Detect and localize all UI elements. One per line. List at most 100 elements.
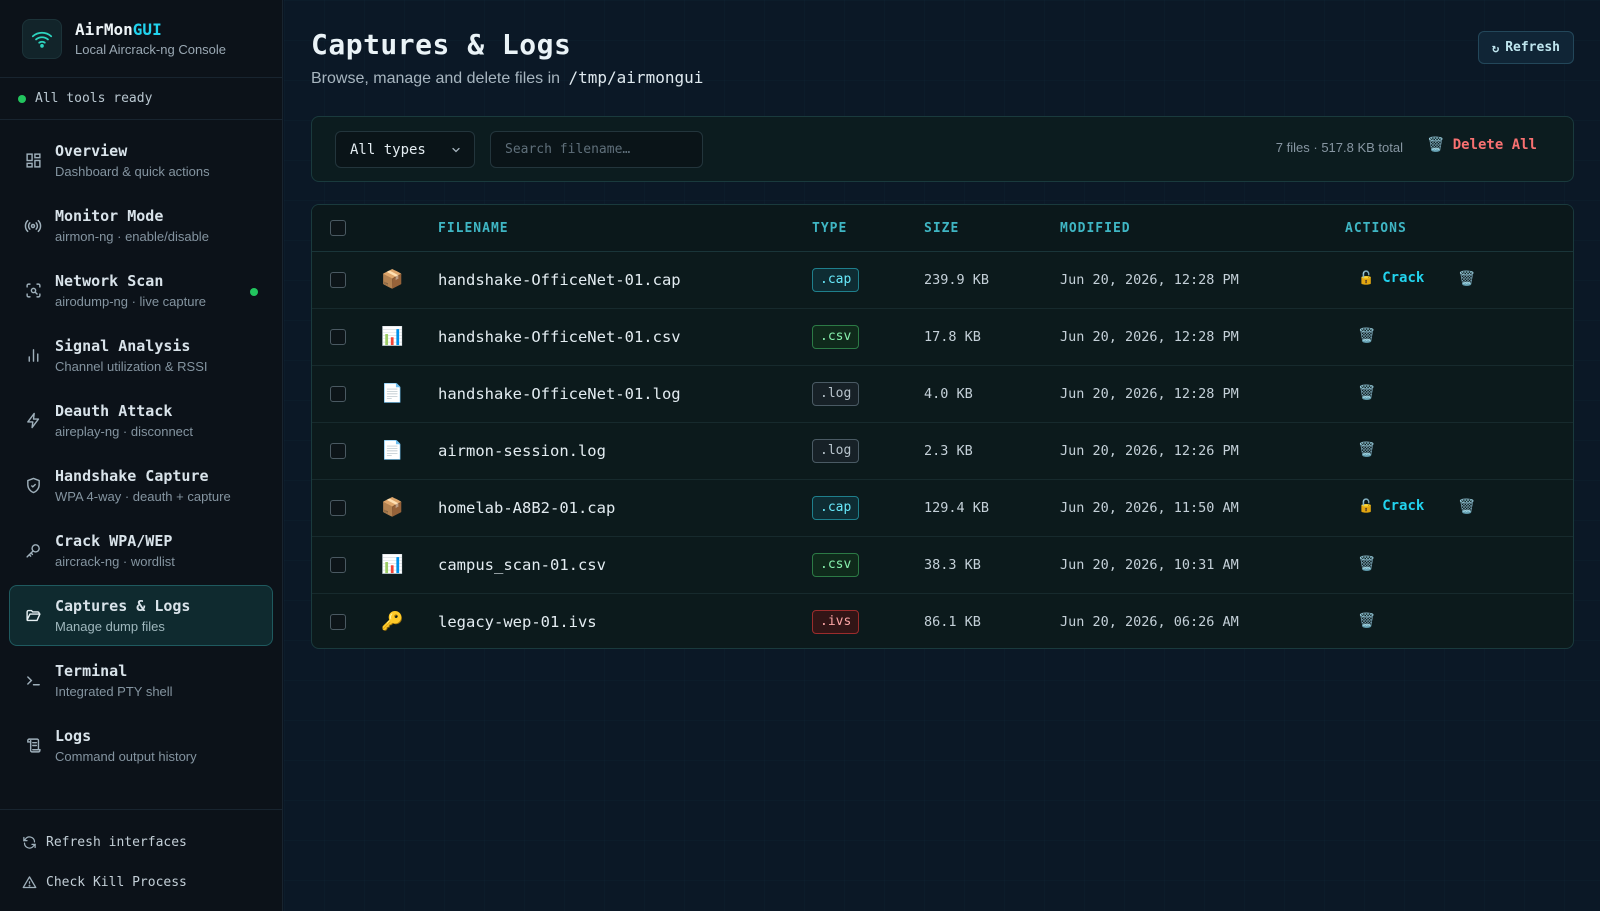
bar-chart-file-icon: 📊 <box>381 554 404 574</box>
delete-file-trash-icon[interactable]: 🗑️ <box>1358 555 1375 572</box>
file-summary: 7 files · 517.8 KB total <box>1276 140 1403 155</box>
column-header-size[interactable]: SIZE <box>924 221 959 236</box>
file-name: legacy-wep-01.ivs <box>438 613 597 631</box>
row-checkbox[interactable] <box>330 386 346 402</box>
type-filter-select[interactable]: All types <box>335 131 475 168</box>
key-icon <box>24 542 42 560</box>
column-header-modified[interactable]: MODIFIED <box>1060 221 1131 236</box>
file-modified: Jun 20, 2026, 12:26 PM <box>1060 443 1239 459</box>
file-type-badge: .log <box>812 382 860 406</box>
bar-chart-icon <box>24 347 42 365</box>
files-toolbar: All types 7 files · 517.8 KB total 🗑️ De… <box>311 116 1574 182</box>
sidebar-nav: Overview Dashboard & quick actions Monito… <box>0 120 282 776</box>
sidebar-item-network-scan[interactable]: Network Scan airodump-ng · live capture <box>9 260 273 321</box>
warning-icon <box>22 875 37 888</box>
brand: AirMonGUI Local Aircrack-ng Console <box>0 0 282 78</box>
delete-file-trash-icon[interactable]: 🗑️ <box>1358 441 1375 458</box>
archive-icon: 📦 <box>381 269 404 289</box>
file-name: homelab-A8B2-01.cap <box>438 499 616 517</box>
file-modified: Jun 20, 2026, 11:50 AM <box>1060 500 1239 516</box>
scan-icon <box>24 282 42 300</box>
folder-open-icon <box>24 607 42 625</box>
trash-icon: 🗑️ <box>1427 137 1445 153</box>
total-size: · 517.8 KB total <box>1313 140 1403 155</box>
sidebar-item-terminal[interactable]: Terminal Integrated PTY shell <box>9 650 273 711</box>
file-size: 129.4 KB <box>924 500 990 516</box>
sidebar-item-handshake-capture[interactable]: Handshake Capture WPA 4-way · deauth + ca… <box>9 455 273 516</box>
row-checkbox[interactable] <box>330 329 346 345</box>
delete-file-trash-icon[interactable]: 🗑️ <box>1458 270 1475 287</box>
file-type-badge: .cap <box>812 496 860 520</box>
file-count: 7 files <box>1275 140 1310 155</box>
table-row[interactable]: 📊 handshake-OfficeNet-01.csv .csv 17.8 K… <box>312 309 1573 366</box>
file-name: campus_scan-01.csv <box>438 556 606 574</box>
search-input[interactable] <box>490 131 703 168</box>
files-table: FILENAME TYPE SIZE MODIFIED ACTIONS 📦 ha… <box>311 204 1574 649</box>
delete-all-button[interactable]: 🗑️ Delete All <box>1427 137 1537 153</box>
main-content: Captures & Logs Browse, manage and delet… <box>284 0 1600 911</box>
file-size: 4.0 KB <box>924 386 973 402</box>
refresh-interfaces-button[interactable]: Refresh interfaces <box>0 822 283 862</box>
lock-icon: 🔓 <box>1358 270 1375 286</box>
table-row[interactable]: 🔑 legacy-wep-01.ivs .ivs 86.1 KB Jun 20,… <box>312 594 1573 648</box>
key-file-icon: 🔑 <box>381 611 404 631</box>
chevron-down-icon <box>452 147 460 152</box>
row-checkbox[interactable] <box>330 614 346 630</box>
sidebar-item-logs[interactable]: Logs Command output history <box>9 715 273 776</box>
table-row[interactable]: 📊 campus_scan-01.csv .csv 38.3 KB Jun 20… <box>312 537 1573 594</box>
document-icon: 📄 <box>381 383 404 403</box>
sidebar-item-signal-analysis[interactable]: Signal Analysis Channel utilization & RSS… <box>9 325 273 386</box>
sidebar-item-overview[interactable]: Overview Dashboard & quick actions <box>9 130 273 191</box>
status-dot <box>18 94 26 103</box>
crack-button[interactable]: 🔓 Crack <box>1358 498 1424 514</box>
delete-file-trash-icon[interactable]: 🗑️ <box>1458 498 1475 515</box>
broadcast-icon <box>24 217 42 235</box>
table-row[interactable]: 📄 airmon-session.log .log 2.3 KB Jun 20,… <box>312 423 1573 480</box>
table-row[interactable]: 📦 handshake-OfficeNet-01.cap .cap 239.9 … <box>312 252 1573 309</box>
file-type-badge: .ivs <box>812 610 860 634</box>
wifi-icon <box>22 18 62 59</box>
row-checkbox[interactable] <box>330 443 346 459</box>
row-checkbox[interactable] <box>330 500 346 516</box>
refresh-button[interactable]: ↻ Refresh <box>1477 31 1574 64</box>
delete-file-trash-icon[interactable]: 🗑️ <box>1358 327 1375 344</box>
grid-icon <box>24 152 42 170</box>
file-name: handshake-OfficeNet-01.cap <box>438 271 681 289</box>
select-all-checkbox[interactable] <box>330 220 346 236</box>
document-icon: 📄 <box>381 440 404 460</box>
scroll-icon <box>24 737 42 755</box>
sidebar-item-crack-wpa-wep[interactable]: Crack WPA/WEP aircrack-ng · wordlist <box>9 520 273 581</box>
app-name: AirMonGUI <box>75 20 162 39</box>
sidebar-footer: Refresh interfaces Check Kill Process <box>0 809 283 911</box>
row-checkbox[interactable] <box>330 272 346 288</box>
file-modified: Jun 20, 2026, 06:26 AM <box>1060 614 1239 630</box>
table-row[interactable]: 📦 homelab-A8B2-01.cap .cap 129.4 KB Jun … <box>312 480 1573 537</box>
refresh-icon <box>23 835 36 849</box>
column-header-filename[interactable]: FILENAME <box>438 221 509 236</box>
file-name: airmon-session.log <box>438 442 606 460</box>
live-indicator-dot <box>250 288 258 296</box>
sidebar-item-deauth-attack[interactable]: Deauth Attack aireplay-ng · disconnect <box>9 390 273 451</box>
sidebar: AirMonGUI Local Aircrack-ng Console All … <box>0 0 283 911</box>
lightning-icon <box>24 412 42 430</box>
file-modified: Jun 20, 2026, 12:28 PM <box>1060 386 1239 402</box>
file-size: 86.1 KB <box>924 614 981 630</box>
file-modified: Jun 20, 2026, 10:31 AM <box>1060 557 1239 573</box>
app-subtitle: Local Aircrack-ng Console <box>75 42 227 57</box>
file-size: 239.9 KB <box>924 272 990 288</box>
check-kill-process-button[interactable]: Check Kill Process <box>0 862 283 902</box>
delete-file-trash-icon[interactable]: 🗑️ <box>1358 384 1375 401</box>
column-header-type[interactable]: TYPE <box>812 221 847 236</box>
file-size: 17.8 KB <box>924 329 981 345</box>
row-checkbox[interactable] <box>330 557 346 573</box>
table-row[interactable]: 📄 handshake-OfficeNet-01.log .log 4.0 KB… <box>312 366 1573 423</box>
file-type-badge: .csv <box>812 553 860 577</box>
crack-button[interactable]: 🔓 Crack <box>1358 270 1424 286</box>
file-size: 38.3 KB <box>924 557 981 573</box>
sidebar-item-captures-logs[interactable]: Captures & Logs Manage dump files <box>9 585 273 646</box>
delete-file-trash-icon[interactable]: 🗑️ <box>1358 612 1375 629</box>
sidebar-item-monitor-mode[interactable]: Monitor Mode airmon-ng · enable/disable <box>9 195 273 256</box>
file-size: 2.3 KB <box>924 443 973 459</box>
archive-icon: 📦 <box>381 497 404 517</box>
page-title: Captures & Logs <box>311 28 572 61</box>
